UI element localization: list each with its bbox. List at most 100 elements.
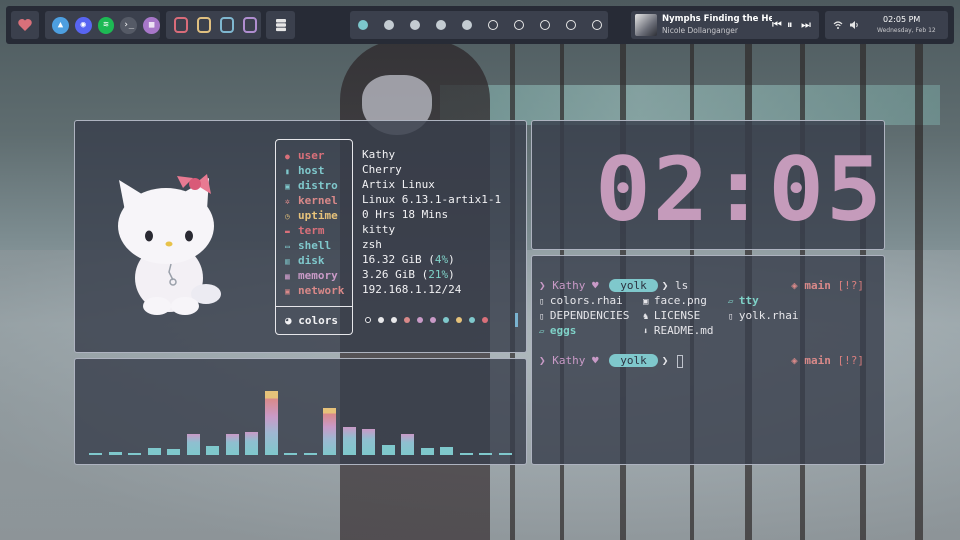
prompt-line: ❯ Kathy ♥ yolk ❯: [539, 354, 683, 368]
clock-date: Wednesday, Feb 12: [877, 27, 936, 34]
info-value-percent: 4%: [434, 253, 449, 266]
workspace-8[interactable]: [540, 20, 550, 30]
wallpaper-tree: [915, 40, 923, 540]
info-key-network: ▣ network: [285, 284, 344, 297]
workspace-switcher: [350, 11, 608, 39]
workspace-1[interactable]: [358, 20, 368, 30]
visualizer-bar: [420, 448, 434, 455]
mic-icon[interactable]: [174, 17, 188, 33]
info-value-network: 192.168.1.12/24: [362, 283, 462, 296]
system-monitor-app-button[interactable]: ▦: [143, 16, 160, 34]
info-value-distro: Artix Linux: [362, 178, 435, 191]
ls-file: ⬇ README.md: [643, 324, 713, 337]
system-monitor-icon: ▦: [148, 20, 155, 30]
wifi-icon[interactable]: [833, 20, 843, 30]
info-value-main: 16.32 GiB (: [362, 253, 435, 266]
git-branch: ◈ main [!?]: [791, 354, 864, 367]
next-track-button[interactable]: ⏭: [801, 18, 811, 32]
clipboard-icon[interactable]: [197, 17, 211, 33]
visualizer-bar: [362, 429, 375, 455]
user-icon: ●: [285, 152, 290, 161]
info-key-kernel: ✲ kernel: [285, 194, 338, 207]
terminal-cursor[interactable]: [677, 354, 683, 368]
prompt-directory: yolk: [609, 279, 658, 292]
info-value-memory: 3.26 GiB (21%): [362, 268, 455, 281]
visualizer-bar: [401, 434, 414, 455]
workspace-6[interactable]: [488, 20, 498, 30]
arch-icon: ▲: [57, 20, 64, 30]
screenshot-icon[interactable]: [220, 17, 234, 33]
prompt-user: Kathy: [552, 354, 586, 367]
storage-icon: [275, 19, 286, 32]
spotify-app-button[interactable]: ≋: [97, 16, 115, 34]
ls-name: colors.rhai: [549, 294, 623, 307]
file-icon: ▯: [539, 312, 550, 322]
workspace-2[interactable]: [384, 20, 394, 30]
visualizer-bar: [108, 452, 122, 455]
clock-time[interactable]: 02:05 PM: [883, 15, 920, 24]
workspace-9[interactable]: [566, 20, 576, 30]
ls-name: README.md: [653, 324, 714, 337]
workspace-3[interactable]: [410, 20, 420, 30]
info-value-term: kitty: [362, 223, 396, 236]
palette-swatch: [365, 317, 371, 323]
palette-swatch: [391, 317, 397, 323]
workspace-7[interactable]: [514, 20, 524, 30]
info-key-shell: ▭ shell: [285, 239, 331, 252]
terminal-window[interactable]: ❯ Kathy ♥ yolk ❯ ls ◈ main [!?] ▯ colors.…: [531, 255, 885, 465]
info-key-distro: ▣ distro: [285, 179, 338, 192]
ls-name: LICENSE: [653, 309, 701, 322]
info-key-user: ● user: [285, 149, 325, 162]
visualizer-bar: [245, 432, 258, 455]
palette-swatch: [443, 317, 449, 323]
visualizer-bar: [128, 453, 141, 455]
visualizer-bar: [342, 427, 356, 455]
ls-name: tty: [738, 294, 759, 307]
info-value-uptime: 0 Hrs 18 Mins: [362, 208, 449, 221]
network-icon: ▣: [285, 287, 290, 296]
ls-file: ▣ face.png: [643, 294, 707, 307]
picker-icon[interactable]: [243, 17, 257, 33]
info-value-end: ): [448, 253, 455, 266]
uptime-icon: ◷: [285, 212, 290, 221]
terminal-app-button[interactable]: ›_: [120, 16, 138, 34]
pause-button[interactable]: ⏸: [787, 18, 793, 32]
palette-swatch: [378, 317, 384, 323]
ls-file: ♞ LICENSE: [643, 309, 700, 322]
ls-name: face.png: [653, 294, 707, 307]
ls-name: yolk.rhai: [738, 309, 799, 322]
volume-icon[interactable]: [849, 20, 859, 30]
palette-swatch: [417, 317, 423, 323]
info-value-host: Cherry: [362, 163, 402, 176]
discord-app-button[interactable]: ◉: [74, 16, 92, 34]
info-key-label: uptime: [298, 209, 338, 222]
info-divider: [276, 306, 352, 307]
workspace-10[interactable]: [592, 20, 602, 30]
palette-swatch: [430, 317, 436, 323]
storage-button[interactable]: [266, 11, 295, 39]
palette-swatch: [456, 317, 462, 323]
info-key-label: kernel: [298, 194, 338, 207]
clock-panel: 02:05: [531, 120, 885, 250]
info-value-shell: zsh: [362, 238, 382, 251]
info-key-disk: ▥ disk: [285, 254, 325, 267]
heart-icon: [18, 19, 32, 31]
visualizer-bar: [498, 453, 512, 455]
git-branch: ◈ main [!?]: [791, 279, 864, 292]
big-clock-digits: 02:05: [595, 138, 884, 241]
arch-app-button[interactable]: ▲: [52, 16, 69, 34]
visualizer-bar: [284, 453, 297, 455]
colors-label: ◕ colors: [285, 314, 338, 327]
visualizer-bar: [186, 434, 200, 455]
folder-icon: ▱: [539, 327, 550, 337]
ls-directory: ▱ tty: [728, 294, 759, 307]
workspace-5[interactable]: [462, 20, 472, 30]
info-value-percent: 21%: [428, 268, 449, 281]
info-key-label: user: [298, 149, 325, 162]
workspace-4[interactable]: [436, 20, 446, 30]
previous-track-button[interactable]: ⏮: [772, 18, 782, 32]
info-value-kernel: Linux 6.13.1-artix1-1: [362, 193, 502, 206]
readme-icon: ⬇: [643, 327, 654, 337]
ls-directory: ▱ eggs: [539, 324, 576, 337]
launcher-button[interactable]: [11, 11, 39, 39]
